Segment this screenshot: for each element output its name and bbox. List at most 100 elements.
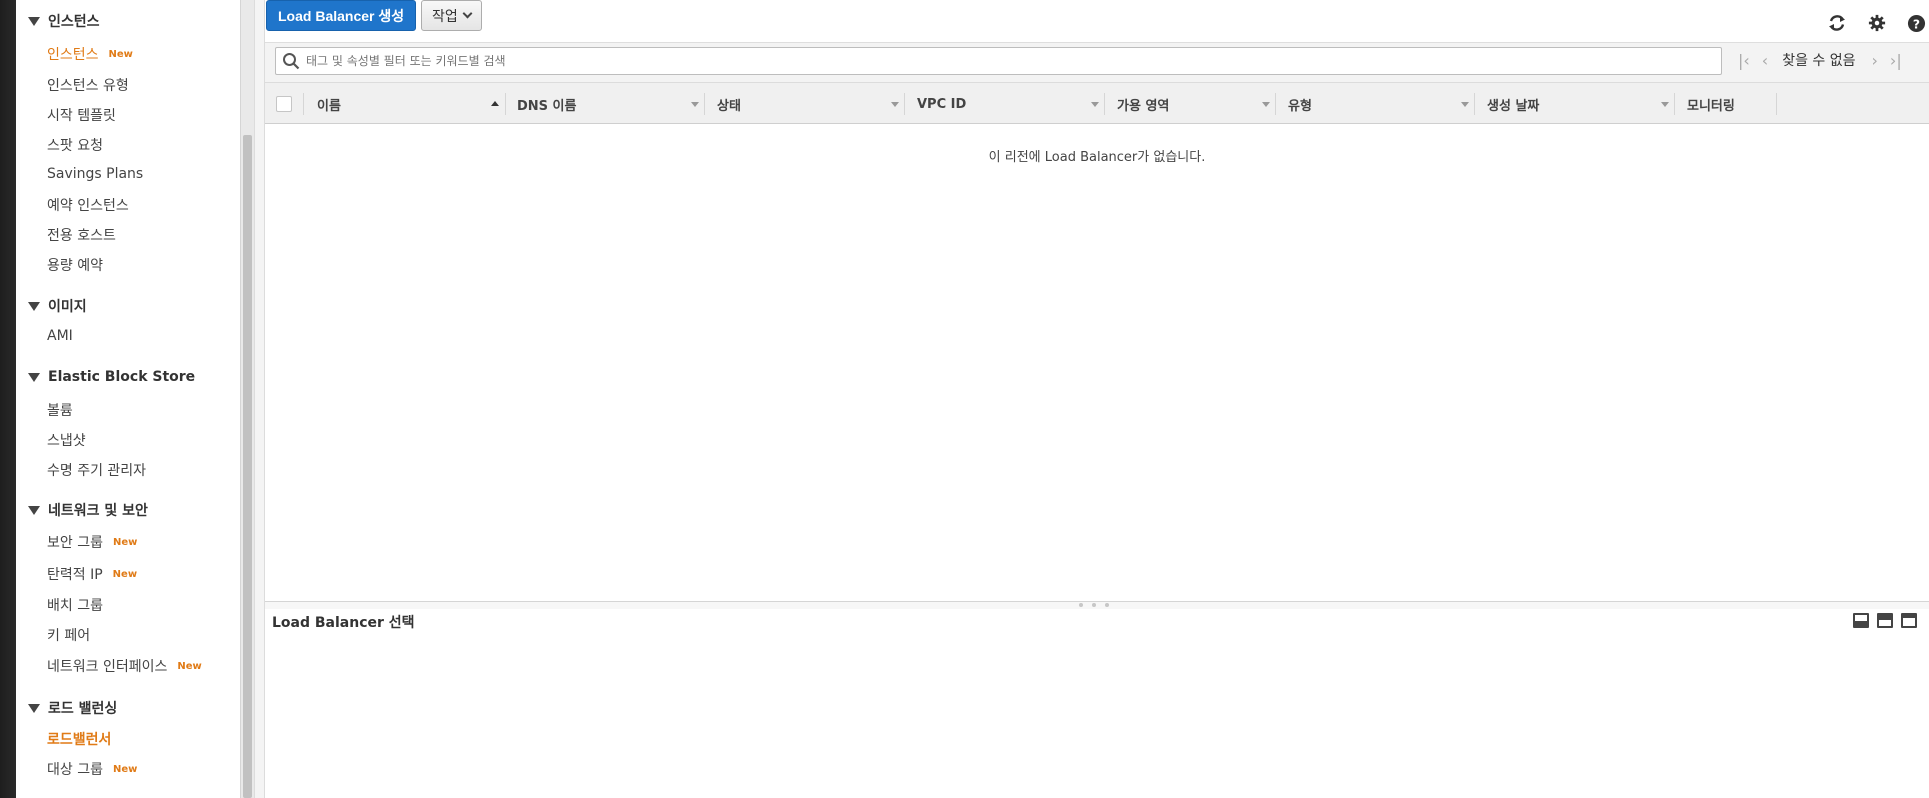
sidebar-item-label: 보안 그룹	[47, 535, 103, 551]
sidebar-item-label: 네트워크 인터페이스	[47, 659, 168, 675]
sidebar-item-volumes[interactable]: 볼륨	[47, 400, 73, 420]
column-separator	[1474, 93, 1475, 115]
sidebar-item-savings-plans[interactable]: Savings Plans	[47, 166, 143, 182]
sidebar-item-label: 스냅샷	[47, 433, 86, 449]
sidebar-item-label: 대상 그룹	[47, 762, 103, 778]
sort-caret-icon	[1661, 102, 1669, 107]
layout-split-pane-icon[interactable]	[1877, 613, 1893, 628]
column-header-state[interactable]: 상태	[717, 83, 741, 125]
search-box[interactable]	[275, 47, 1722, 75]
new-badge: New	[177, 660, 202, 672]
first-page-icon[interactable]: |‹	[1738, 51, 1750, 70]
sort-ascending-icon	[491, 101, 499, 106]
column-separator	[1674, 93, 1675, 115]
column-header-vpc-id[interactable]: VPC ID	[917, 83, 966, 125]
drag-handle-icon[interactable]	[1079, 603, 1109, 607]
sidebar-item-network-interfaces[interactable]: 네트워크 인터페이스 New	[47, 656, 202, 676]
column-header-dns-name[interactable]: DNS 이름	[517, 83, 576, 125]
sort-caret-icon	[1461, 102, 1469, 107]
sidebar-item-label: 시작 템플릿	[47, 108, 116, 124]
collapse-triangle-icon	[28, 505, 40, 515]
section-header-network-security[interactable]: 네트워크 및 보안	[28, 500, 148, 520]
sidebar-item-snapshots[interactable]: 스냅샷	[47, 430, 86, 450]
sidebar-item-label: 수명 주기 관리자	[47, 463, 147, 479]
sidebar-item-label: AMI	[47, 328, 73, 344]
select-all-checkbox[interactable]	[276, 96, 292, 112]
last-page-icon[interactable]: ›|	[1890, 51, 1902, 70]
sort-caret-icon	[1091, 102, 1099, 107]
column-separator	[1275, 93, 1276, 115]
svg-text:?: ?	[1912, 17, 1919, 31]
sidebar-item-label: 스팟 요청	[47, 138, 103, 154]
section-header-images[interactable]: 이미지	[28, 296, 87, 316]
sidebar-item-placement-groups[interactable]: 배치 그룹	[47, 595, 103, 615]
section-title: 인스턴스	[48, 14, 100, 30]
sidebar-item-launch-templates[interactable]: 시작 템플릿	[47, 105, 116, 125]
new-badge: New	[112, 568, 138, 580]
column-header-type[interactable]: 유형	[1288, 83, 1312, 125]
sidebar-item-dedicated-hosts[interactable]: 전용 호스트	[47, 225, 116, 245]
actions-label: 작업	[432, 7, 458, 24]
sidebar-item-target-groups[interactable]: 대상 그룹 New	[47, 759, 137, 779]
column-separator	[904, 93, 905, 115]
sidebar-item-label: 예약 인스턴스	[47, 198, 129, 214]
sidebar-item-reserved-instances[interactable]: 예약 인스턴스	[47, 195, 129, 215]
section-header-instances[interactable]: 인스턴스	[28, 11, 100, 31]
chevron-down-icon	[462, 8, 473, 19]
sidebar-item-label: Savings Plans	[47, 166, 144, 182]
pane-splitter[interactable]	[265, 601, 1929, 609]
create-load-balancer-button[interactable]: Load Balancer 생성	[266, 0, 417, 31]
sidebar-resize-divider[interactable]	[254, 0, 265, 798]
section-header-ebs[interactable]: Elastic Block Store	[28, 369, 195, 385]
column-separator	[505, 93, 506, 115]
collapse-triangle-icon	[28, 16, 40, 26]
sort-caret-icon	[691, 102, 699, 107]
column-header-availability-zone[interactable]: 가용 영역	[1117, 83, 1169, 125]
refresh-icon[interactable]	[1827, 13, 1847, 33]
sidebar-item-lifecycle-manager[interactable]: 수명 주기 관리자	[47, 460, 146, 480]
new-badge: New	[112, 763, 138, 775]
scrollbar-thumb[interactable]	[243, 135, 252, 798]
sidebar-item-load-balancers[interactable]: 로드밸런서	[47, 729, 111, 749]
search-input[interactable]	[306, 54, 1686, 68]
pagination: |‹ ‹ 찾을 수 없음 › ›|	[1738, 50, 1902, 70]
sidebar-item-label: 볼륨	[47, 403, 73, 419]
sidebar-item-label: 용량 예약	[47, 258, 103, 274]
sort-caret-icon	[891, 102, 899, 107]
layout-bottom-pane-icon[interactable]	[1853, 613, 1869, 628]
sidebar-item-label: 인스턴스 유형	[47, 78, 129, 94]
sidebar-item-instances[interactable]: 인스턴스 New	[47, 44, 133, 64]
sidebar-item-elastic-ips[interactable]: 탄력적 IP New	[47, 564, 137, 584]
section-title: 이미지	[48, 299, 87, 315]
sort-caret-icon	[1262, 102, 1270, 107]
section-title: 네트워크 및 보안	[48, 503, 148, 519]
sidebar-item-capacity-reservations[interactable]: 용량 예약	[47, 255, 103, 275]
collapse-triangle-icon	[28, 703, 40, 713]
collapse-triangle-icon	[28, 301, 40, 311]
layout-full-pane-icon[interactable]	[1901, 613, 1917, 628]
sidebar-item-instance-types[interactable]: 인스턴스 유형	[47, 75, 129, 95]
sidebar-item-key-pairs[interactable]: 키 페어	[47, 625, 90, 645]
gear-icon[interactable]	[1867, 13, 1887, 33]
new-badge: New	[112, 536, 138, 548]
table-header: 이름 DNS 이름 상태 VPC ID 가용 영역 유형 생성 날짜 모니터링	[265, 82, 1929, 124]
next-page-icon[interactable]: ›	[1872, 51, 1878, 70]
sidebar-scrollbar[interactable]	[240, 0, 254, 798]
section-title: Elastic Block Store	[48, 369, 196, 385]
pagination-status: 찾을 수 없음	[1782, 53, 1856, 69]
collapse-triangle-icon	[28, 372, 40, 382]
help-icon[interactable]: ?	[1906, 13, 1926, 33]
section-header-load-balancing[interactable]: 로드 밸런싱	[28, 698, 117, 718]
section-title: 로드 밸런싱	[48, 701, 118, 717]
column-separator	[1776, 93, 1777, 115]
actions-dropdown-button[interactable]: 작업	[421, 0, 482, 31]
sidebar-item-ami[interactable]: AMI	[47, 328, 73, 344]
search-icon	[283, 53, 300, 70]
column-header-name[interactable]: 이름	[317, 83, 341, 125]
column-header-created[interactable]: 생성 날짜	[1487, 83, 1539, 125]
column-header-monitoring[interactable]: 모니터링	[1687, 83, 1735, 125]
new-badge: New	[108, 48, 133, 60]
sidebar-item-security-groups[interactable]: 보안 그룹 New	[47, 532, 137, 552]
prev-page-icon[interactable]: ‹	[1762, 51, 1768, 70]
sidebar-item-spot-requests[interactable]: 스팟 요청	[47, 135, 103, 155]
